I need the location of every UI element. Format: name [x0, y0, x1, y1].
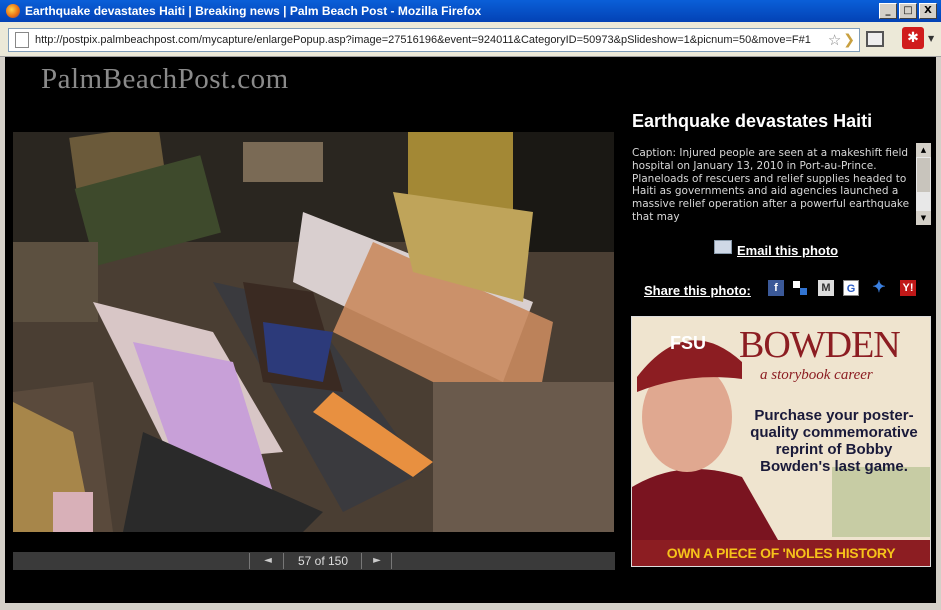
- myspace-icon[interactable]: M: [818, 280, 834, 296]
- ad-body-text: Purchase your poster-quality commemorati…: [750, 407, 918, 475]
- site-logo[interactable]: PalmBeachPost.com: [41, 63, 289, 96]
- facebook-icon[interactable]: f: [768, 280, 784, 296]
- fsu-cap-logo: FSU: [670, 333, 706, 353]
- ad-bottom-banner[interactable]: OWN A PIECE OF 'NOLES HISTORY: [632, 540, 930, 566]
- close-button[interactable]: X: [919, 3, 937, 19]
- minimize-button[interactable]: _: [879, 3, 897, 19]
- google-icon[interactable]: G: [843, 280, 859, 296]
- page-content: PalmBeachPost.com ◄ 57 of 150 ► Earthqua…: [5, 57, 936, 603]
- photo-counter: 57 of 150: [297, 554, 349, 568]
- envelope-icon: [714, 239, 732, 254]
- window-switch-icon[interactable]: [866, 31, 884, 47]
- digg-icon[interactable]: ✦: [871, 280, 887, 296]
- gallery-title: Earthquake devastates Haiti: [632, 111, 873, 131]
- maximize-button[interactable]: □: [899, 3, 917, 19]
- window-titlebar: Earthquake devastates Haiti | Breaking n…: [0, 0, 941, 22]
- ad-title: BOWDEN: [739, 324, 901, 366]
- chevron-down-icon[interactable]: ▼: [928, 34, 934, 43]
- email-photo-link[interactable]: Email this photo: [714, 239, 838, 258]
- previous-photo-button[interactable]: ◄: [253, 552, 283, 570]
- gallery-photo[interactable]: [13, 132, 614, 532]
- photo-image: [13, 132, 614, 532]
- next-photo-button[interactable]: ►: [362, 552, 392, 570]
- bookmark-star-icon[interactable]: ☆: [828, 31, 841, 49]
- url-bar[interactable]: http://postpix.palmbeachpost.com/mycaptu…: [8, 28, 860, 52]
- page-icon: [15, 32, 29, 48]
- photo-navigation: ◄ 57 of 150 ►: [13, 552, 615, 570]
- yahoo-icon[interactable]: Y!: [900, 280, 916, 296]
- window-controls: _ □ X: [879, 3, 937, 19]
- photo-caption: Caption: Injured people are seen at a ma…: [632, 147, 910, 223]
- scroll-thumb[interactable]: [917, 158, 930, 192]
- advertisement-banner[interactable]: FSU BOWDEN a storybook career Purchase y…: [631, 316, 931, 567]
- caption-scrollbar[interactable]: ▲ ▼: [916, 143, 931, 225]
- email-photo-label[interactable]: Email this photo: [737, 243, 838, 258]
- share-photo-label: Share this photo:: [644, 283, 751, 298]
- nav-divider: [391, 553, 392, 569]
- url-text[interactable]: http://postpix.palmbeachpost.com/mycaptu…: [35, 34, 826, 46]
- scroll-down-button[interactable]: ▼: [916, 211, 931, 225]
- nav-divider: [249, 553, 250, 569]
- addon-icon[interactable]: ✱: [902, 27, 924, 49]
- delicious-icon[interactable]: [792, 280, 808, 296]
- scroll-up-button[interactable]: ▲: [916, 143, 931, 157]
- ad-subtitle: a storybook career: [760, 367, 873, 383]
- window-title: Earthquake devastates Haiti | Breaking n…: [25, 4, 482, 18]
- go-arrow-icon[interactable]: ❯: [843, 32, 855, 48]
- address-toolbar: http://postpix.palmbeachpost.com/mycaptu…: [0, 22, 941, 57]
- firefox-icon: [6, 4, 20, 18]
